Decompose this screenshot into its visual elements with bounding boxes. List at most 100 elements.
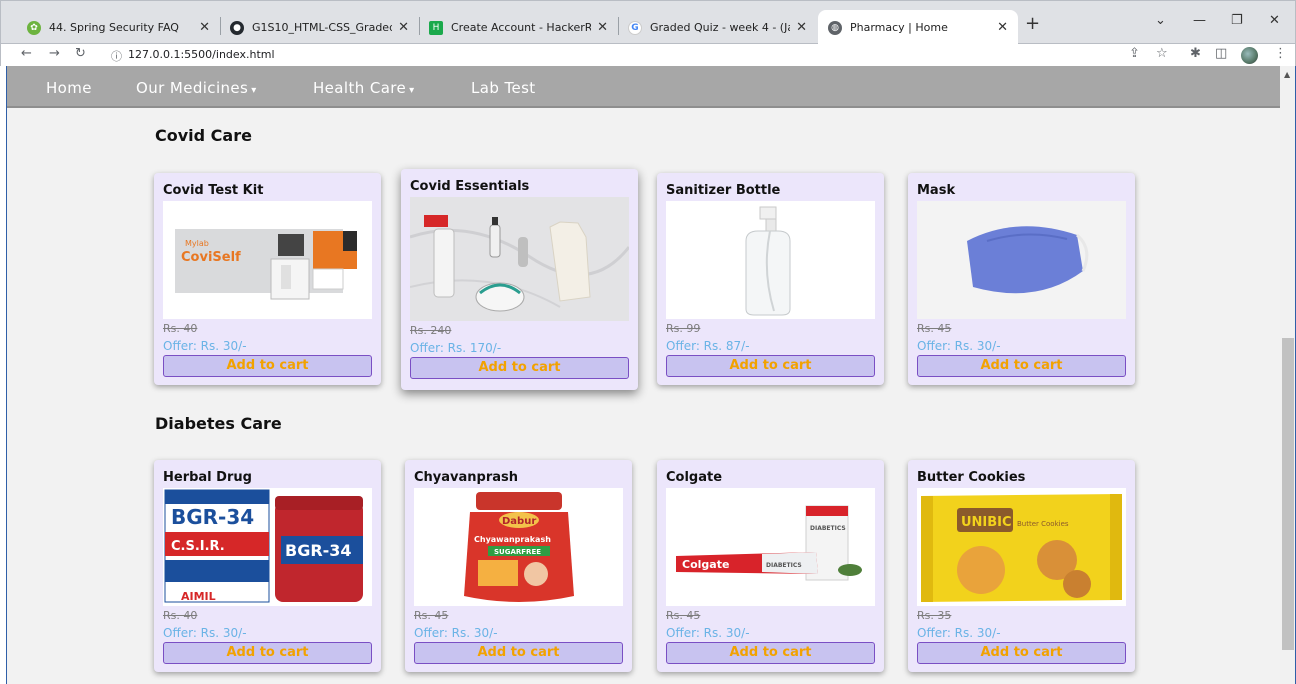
nav-health-care-link[interactable]: Health Care ▾ <box>313 79 415 97</box>
close-icon[interactable]: ✕ <box>796 20 807 35</box>
product-card-sanitizer-bottle: Sanitizer Bottle Rs. 99 Offer: Rs. 87/- … <box>657 173 884 385</box>
globe-icon: ◍ <box>828 20 842 35</box>
product-name: Mask <box>917 183 956 198</box>
forward-icon[interactable]: → <box>49 46 60 61</box>
product-image-covid-essentials[interactable] <box>410 197 629 321</box>
tab-search-icon[interactable]: ⌄ <box>1155 13 1166 28</box>
product-price: Rs. 40 <box>163 322 198 335</box>
product-name: Herbal Drug <box>163 470 252 485</box>
add-to-cart-button[interactable]: Add to cart <box>163 355 372 377</box>
site-info-icon[interactable]: ⓘ <box>111 48 122 64</box>
google-icon: G <box>628 20 642 35</box>
product-offer: Offer: Rs. 30/- <box>163 339 247 353</box>
product-name: Sanitizer Bottle <box>666 183 781 198</box>
product-price: Rs. 45 <box>917 322 952 335</box>
add-to-cart-button[interactable]: Add to cart <box>414 642 623 664</box>
product-offer: Offer: Rs. 87/- <box>666 339 750 353</box>
product-offer: Offer: Rs. 30/- <box>917 626 1001 640</box>
address-bar: ← → ↻ ⓘ 127.0.0.1:5500/index.html ⇪ ☆ ✱ … <box>0 44 1296 66</box>
spring-leaf-icon: ✿ <box>27 20 41 35</box>
browser-tab-github[interactable]: ● G1S10_HTML-CSS_GradedProject ✕ <box>220 10 419 45</box>
product-image-sanitizer-bottle[interactable] <box>666 201 875 319</box>
covid-kit-brand: Mylab <box>185 239 209 248</box>
page-scrollbar[interactable]: ▲ <box>1280 66 1296 684</box>
close-icon[interactable]: ✕ <box>398 20 409 35</box>
close-icon[interactable]: ✕ <box>199 20 210 35</box>
minimize-icon[interactable]: — <box>1193 13 1206 28</box>
product-image-chyavanprash[interactable]: Dabur Chyawanprakash SUGARFREE <box>414 488 623 606</box>
browser-tab-hackerrank[interactable]: H Create Account - HackerRank ✕ <box>419 10 618 45</box>
product-card-colgate: Colgate DIABETICS Colgate DIABETICS Rs. … <box>657 460 884 672</box>
colgate-variant-tube: DIABETICS <box>766 562 802 569</box>
add-to-cart-button[interactable]: Add to cart <box>666 642 875 664</box>
chyavan-tag: SUGARFREE <box>494 548 541 556</box>
product-offer: Offer: Rs. 30/- <box>414 626 498 640</box>
cookies-name: Butter Cookies <box>1017 520 1069 528</box>
menu-kebab-icon[interactable]: ⋮ <box>1274 46 1287 61</box>
section-title-diabetes-care: Diabetes Care <box>155 414 282 433</box>
product-name: Colgate <box>666 470 723 485</box>
profile-avatar[interactable] <box>1241 47 1258 64</box>
add-to-cart-button[interactable]: Add to cart <box>917 355 1126 377</box>
bookmark-star-icon[interactable]: ☆ <box>1156 46 1168 61</box>
nav-medicines-link[interactable]: Our Medicines ▾ <box>136 79 257 97</box>
product-image-covid-test-kit[interactable]: Mylab CoviSelf <box>163 201 372 319</box>
product-card-butter-cookies: Butter Cookies UNIBIC Butter Cookies Rs.… <box>908 460 1135 672</box>
product-name: Butter Cookies <box>917 470 1026 485</box>
product-image-mask[interactable] <box>917 201 1126 319</box>
scroll-up-arrow-icon[interactable]: ▲ <box>1284 70 1290 79</box>
site-navbar: Home Our Medicines ▾ Health Care ▾ Lab Tes… <box>7 66 1280 108</box>
add-to-cart-button[interactable]: Add to cart <box>666 355 875 377</box>
product-card-covid-test-kit: Covid Test Kit Mylab CoviSelf Rs. 40 Off… <box>154 173 381 385</box>
chyavan-brand: Dabur <box>502 516 536 527</box>
extensions-icon[interactable]: ✱ <box>1190 46 1201 61</box>
product-offer: Offer: Rs. 30/- <box>917 339 1001 353</box>
add-to-cart-button[interactable]: Add to cart <box>410 357 629 379</box>
chyavan-name: Chyawanprakash <box>474 535 551 544</box>
herbal-maker: AIMIL <box>181 590 216 603</box>
product-name: Chyavanprash <box>414 470 519 485</box>
scrollbar-thumb[interactable] <box>1282 338 1294 650</box>
cookies-brand: UNIBIC <box>961 515 1012 530</box>
close-icon[interactable]: ✕ <box>597 20 608 35</box>
add-to-cart-button[interactable]: Add to cart <box>917 642 1126 664</box>
product-image-colgate[interactable]: DIABETICS Colgate DIABETICS <box>666 488 875 606</box>
url-input[interactable]: 127.0.0.1:5500/index.html <box>128 48 275 61</box>
product-price: Rs. 35 <box>917 609 952 622</box>
browser-tab-google[interactable]: G Graded Quiz - week 4 - (Java Scr ✕ <box>618 10 817 45</box>
section-title-covid-care: Covid Care <box>155 126 252 145</box>
product-price: Rs. 45 <box>414 609 449 622</box>
product-offer: Offer: Rs. 170/- <box>410 341 502 355</box>
product-price: Rs. 40 <box>163 609 198 622</box>
product-offer: Offer: Rs. 30/- <box>163 626 247 640</box>
herbal-brand: BGR-34 <box>171 505 254 529</box>
close-window-icon[interactable]: ✕ <box>1269 13 1280 28</box>
side-panel-icon[interactable]: ◫ <box>1215 46 1227 61</box>
share-icon[interactable]: ⇪ <box>1129 46 1140 61</box>
colgate-variant-box: DIABETICS <box>810 525 846 532</box>
covid-kit-name: CoviSelf <box>181 250 241 265</box>
product-price: Rs. 99 <box>666 322 701 335</box>
back-icon[interactable]: ← <box>21 46 32 61</box>
caret-down-icon: ▾ <box>409 85 415 96</box>
product-card-mask: Mask Rs. 45 Offer: Rs. 30/- Add to cart <box>908 173 1135 385</box>
herbal-brand-jar: BGR-34 <box>285 541 352 560</box>
product-card-herbal-drug: Herbal Drug BGR-34 C.S.I.R. AIMIL BGR-34… <box>154 460 381 672</box>
product-image-herbal-drug[interactable]: BGR-34 C.S.I.R. AIMIL BGR-34 <box>163 488 372 606</box>
nav-lab-test-link[interactable]: Lab Test <box>471 79 536 97</box>
reload-icon[interactable]: ↻ <box>75 46 86 61</box>
product-name: Covid Test Kit <box>163 183 264 198</box>
product-price: Rs. 45 <box>666 609 701 622</box>
product-image-butter-cookies[interactable]: UNIBIC Butter Cookies <box>917 488 1126 606</box>
nav-home-link[interactable]: Home <box>46 79 92 97</box>
herbal-org: C.S.I.R. <box>171 539 225 554</box>
new-tab-icon[interactable]: + <box>1025 13 1040 34</box>
hackerrank-icon: H <box>429 20 443 35</box>
github-icon: ● <box>230 20 244 35</box>
add-to-cart-button[interactable]: Add to cart <box>163 642 372 664</box>
browser-tab-pharmacy[interactable]: ◍ Pharmacy | Home ✕ <box>818 10 1018 45</box>
close-icon[interactable]: ✕ <box>997 20 1008 35</box>
browser-tab-spring[interactable]: ✿ 44. Spring Security FAQ ✕ <box>17 10 220 45</box>
restore-icon[interactable]: ❐ <box>1231 13 1243 28</box>
caret-down-icon: ▾ <box>251 85 257 96</box>
